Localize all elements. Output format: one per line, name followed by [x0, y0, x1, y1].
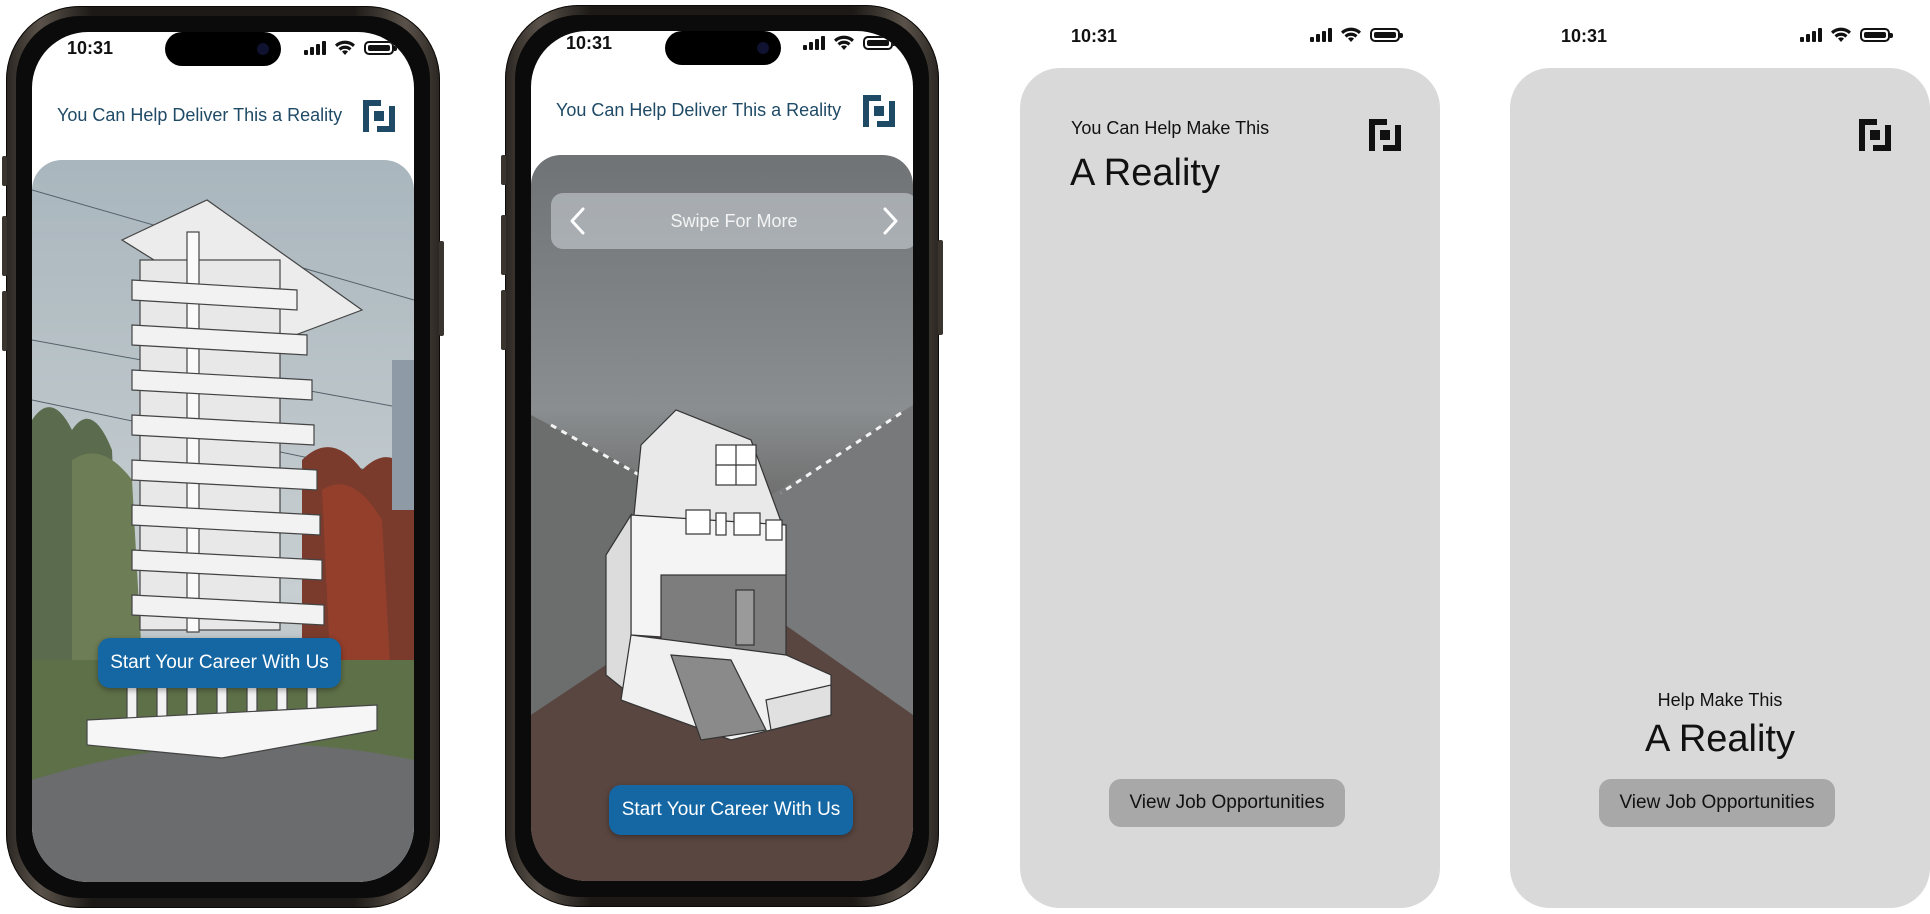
- wireframe-screen-4: 10:31 Help Make This A Reality View Job …: [1510, 0, 1930, 914]
- status-time: 10:31: [1071, 26, 1118, 46]
- dynamic-island: [665, 31, 781, 65]
- view-job-opportunities-button[interactable]: View Job Opportunities: [1109, 779, 1345, 827]
- chevron-left-icon[interactable]: [569, 207, 585, 235]
- battery-icon: [1370, 28, 1403, 42]
- battery-icon: [364, 41, 397, 55]
- wifi-icon: [1831, 27, 1851, 42]
- start-career-button[interactable]: Start Your Career With Us: [98, 638, 341, 688]
- ar-scene-tower: [32, 160, 414, 882]
- brand-logo-icon: [1369, 119, 1401, 151]
- wireframe-card: You Can Help Make This A Reality View Jo…: [1020, 68, 1440, 908]
- status-icons: [304, 40, 397, 56]
- wireframe-screen-3: 10:31 You Can Help Make This A Reality V…: [1020, 0, 1440, 914]
- brand-logo-icon: [863, 95, 895, 127]
- eyebrow-text: You Can Help Make This: [1071, 118, 1270, 138]
- phone-screen-2: 10:31 You Can Help Deliver This a Realit…: [531, 31, 913, 881]
- signal-icon: [1800, 28, 1822, 42]
- chevron-right-icon[interactable]: [883, 207, 899, 235]
- wifi-icon: [335, 40, 355, 55]
- brand-logo-icon: [1859, 119, 1891, 151]
- brand-logo-icon: [363, 100, 395, 132]
- status-time: 10:31: [67, 38, 114, 58]
- wifi-icon: [1341, 27, 1361, 42]
- dynamic-island: [165, 32, 281, 66]
- wifi-icon: [834, 35, 854, 50]
- signal-icon: [803, 36, 825, 50]
- phone-screen-1: 10:31 You Can Help Deliver This a Realit…: [32, 32, 414, 882]
- status-icons: [803, 35, 896, 51]
- battery-icon: [1860, 28, 1893, 42]
- status-icons: [1310, 27, 1403, 43]
- swipe-label: Swipe For More: [670, 210, 798, 231]
- battery-icon: [863, 36, 896, 50]
- hero-title: A Reality: [1070, 152, 1220, 194]
- signal-icon: [1310, 28, 1332, 42]
- header-title: You Can Help Deliver This a Reality: [57, 105, 343, 125]
- status-time: 10:31: [1561, 26, 1608, 46]
- header-title: You Can Help Deliver This a Reality: [556, 100, 842, 120]
- eyebrow-text: Help Make This: [1657, 690, 1783, 710]
- hero-title: A Reality: [1645, 718, 1795, 760]
- signal-icon: [304, 41, 326, 55]
- status-time: 10:31: [566, 33, 613, 53]
- swipe-carousel-bar[interactable]: Swipe For More: [551, 193, 913, 249]
- start-career-button[interactable]: Start Your Career With Us: [609, 785, 853, 835]
- view-job-opportunities-button[interactable]: View Job Opportunities: [1599, 779, 1835, 827]
- wireframe-card: Help Make This A Reality View Job Opport…: [1510, 68, 1930, 908]
- status-icons: [1800, 27, 1893, 43]
- ar-scene-house: Swipe For More: [531, 155, 913, 881]
